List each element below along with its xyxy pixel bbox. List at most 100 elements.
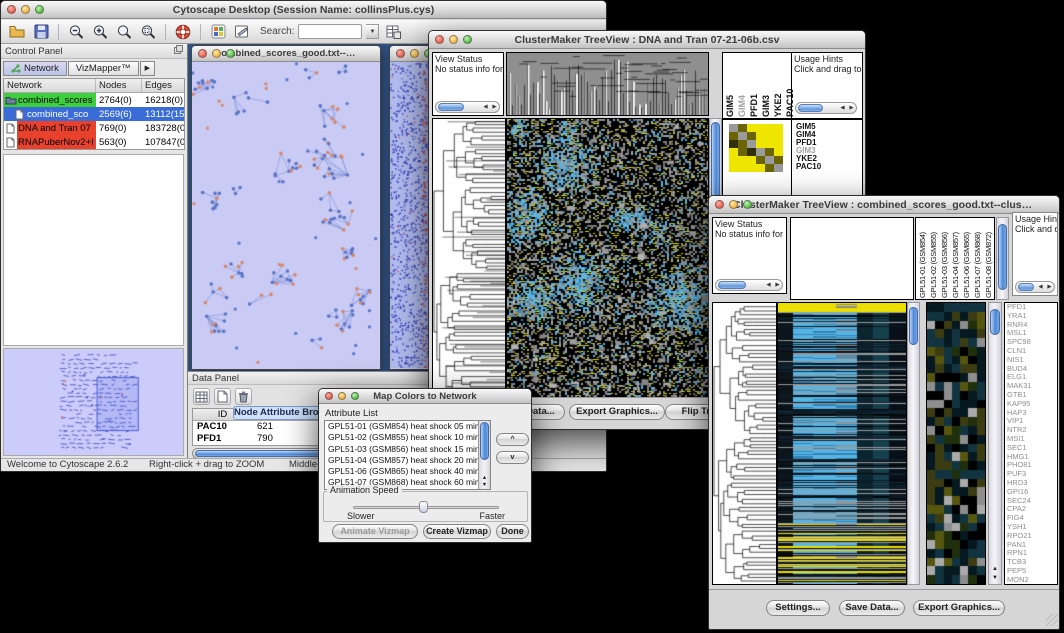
dialog-title-bar[interactable]: Map Colors to Network — [319, 389, 531, 404]
zoom-button[interactable] — [226, 49, 235, 58]
move-up-button[interactable]: ^ — [496, 433, 529, 446]
close-button[interactable] — [7, 5, 16, 14]
zoom-button[interactable] — [463, 35, 472, 44]
minimize-button[interactable] — [21, 5, 30, 14]
gene-label[interactable]: NIS1 — [1007, 356, 1057, 365]
close-button[interactable] — [198, 49, 207, 58]
done-button[interactable]: Done — [496, 524, 529, 539]
scrollbar-thumb[interactable] — [718, 281, 746, 289]
scrollbar-thumb[interactable] — [480, 422, 489, 460]
vizmapper-icon[interactable] — [208, 22, 228, 41]
global-heatmap[interactable] — [507, 119, 708, 398]
gene-label[interactable]: PAC10 — [796, 163, 860, 171]
delete-attribute-trash-icon[interactable] — [235, 388, 252, 405]
gene-label[interactable]: SPC98 — [1007, 338, 1057, 347]
minimize-button[interactable] — [338, 392, 346, 400]
network-list-row[interactable]: combined_sco 2569(6) 13112(15) — [4, 107, 184, 121]
minimize-button[interactable] — [212, 49, 221, 58]
scroll-left-button[interactable]: ◀ — [838, 103, 847, 113]
gene-label[interactable]: MON2 — [1007, 576, 1057, 585]
scrollbar-thumb[interactable] — [798, 104, 823, 112]
scroll-right-button[interactable]: ▶ — [1045, 282, 1054, 292]
gene-label[interactable]: VIP1 — [1007, 417, 1057, 426]
attribute-item[interactable]: GPL51-01 (GSM854) heat shock 05 min — [325, 421, 478, 432]
attribute-item[interactable]: GPL51-06 (GSM865) heat shock 40 min — [325, 466, 478, 477]
list-vscrollbar[interactable]: ▲▼ — [478, 421, 490, 489]
zoom-fit-icon[interactable] — [114, 22, 134, 41]
save-session-button[interactable] — [31, 22, 51, 41]
zoom-button[interactable] — [35, 5, 44, 14]
close-button[interactable] — [325, 392, 333, 400]
child-title-bar[interactable]: combined_scores_good.txt--cluste... — [192, 46, 380, 62]
scroll-arrows[interactable]: ▲▼ — [479, 475, 490, 489]
move-down-button[interactable]: v — [496, 451, 529, 464]
gene-label[interactable]: PFD1 — [796, 139, 860, 147]
select-attributes-icon[interactable] — [193, 388, 210, 405]
network-view-canvas[interactable] — [192, 62, 378, 368]
gene-label[interactable]: ELG1 — [1007, 373, 1057, 382]
global-heatmap[interactable] — [778, 303, 906, 584]
save-data-button[interactable]: Save Data... — [839, 600, 905, 616]
open-session-button[interactable] — [7, 22, 27, 41]
tab-overflow-button[interactable]: ▶ — [140, 61, 155, 76]
column-header[interactable]: Network — [4, 79, 96, 92]
row-dendrogram[interactable] — [433, 119, 505, 398]
attribute-item[interactable]: GPL51-02 (GSM855) heat shock 10 min — [325, 432, 478, 443]
export-graphics-button[interactable]: Export Graphics... — [913, 600, 1005, 616]
gene-label[interactable]: TCB3 — [1007, 558, 1057, 567]
import-table-icon[interactable] — [383, 22, 403, 41]
float-panel-icon[interactable] — [174, 45, 183, 57]
birdseye-view[interactable] — [3, 348, 184, 456]
zoom-button[interactable] — [351, 392, 359, 400]
tab-vizmapper[interactable]: VizMapper™ — [68, 61, 139, 76]
gene-label[interactable]: PEP5 — [1007, 567, 1057, 576]
network-list-row[interactable]: RNAPuberNov2+I 563(0) 107847(0) — [4, 135, 184, 149]
minimize-button[interactable] — [449, 35, 458, 44]
title-bar[interactable]: ClusterMaker TreeView : DNA and Tran 07-… — [429, 31, 865, 49]
gene-label[interactable]: PHO81 — [1007, 461, 1057, 470]
create-vizmap-button[interactable]: Create Vizmap — [423, 524, 491, 539]
scrollbar-thumb[interactable] — [1018, 283, 1034, 291]
gene-label[interactable]: PAN1 — [1007, 541, 1057, 550]
zoom-heatmap[interactable] — [729, 124, 783, 172]
zoom-button[interactable] — [743, 200, 752, 209]
heatmap-vscrollbar[interactable] — [907, 302, 920, 585]
gene-label[interactable]: NTR2 — [1007, 426, 1057, 435]
column-dendrogram[interactable] — [507, 53, 708, 115]
gene-label[interactable]: PUF3 — [1007, 470, 1057, 479]
search-dropdown-button[interactable]: ▼ — [366, 24, 379, 39]
gene-label[interactable]: PFD1 — [1007, 303, 1057, 312]
gene-label[interactable]: HMG1 — [1007, 453, 1057, 462]
close-button[interactable] — [715, 200, 724, 209]
zoom-selected-icon[interactable] — [138, 22, 158, 41]
close-button[interactable] — [396, 49, 405, 58]
gene-label[interactable]: CLN1 — [1007, 347, 1057, 356]
annotation-icon[interactable] — [232, 22, 252, 41]
scroll-right-button[interactable]: ▶ — [847, 103, 856, 113]
gene-label[interactable]: MAK31 — [1007, 382, 1057, 391]
gene-label[interactable]: GPI16 — [1007, 488, 1057, 497]
gene-label[interactable]: GIM3 — [796, 147, 860, 155]
scrollbar-thumb[interactable] — [998, 224, 1007, 290]
gene-label[interactable]: HAP3 — [1007, 409, 1057, 418]
gene-label[interactable]: RPO21 — [1007, 532, 1057, 541]
row-dendrogram[interactable] — [713, 303, 776, 584]
gene-label[interactable]: MSL1 — [1007, 329, 1057, 338]
new-attribute-icon[interactable] — [214, 388, 231, 405]
gene-label[interactable]: YKE2 — [796, 155, 860, 163]
attribute-item[interactable]: GPL51-04 (GSM857) heat shock 20 min — [325, 455, 478, 466]
column-header[interactable]: Edges — [142, 79, 184, 92]
network-list-row[interactable]: DNA and Tran 07 769(0) 183728(0) — [4, 121, 184, 135]
horizontal-scrollbar[interactable]: ◀▶ — [715, 279, 783, 291]
gene-label[interactable]: MSI1 — [1007, 435, 1057, 444]
scroll-left-button[interactable]: ◀ — [764, 280, 773, 290]
gene-label[interactable]: GTB1 — [1007, 391, 1057, 400]
horizontal-scrollbar[interactable]: ◀▶ — [1015, 281, 1055, 293]
gene-label[interactable]: BUD4 — [1007, 365, 1057, 374]
gene-label[interactable]: CPA2 — [1007, 505, 1057, 514]
gene-label[interactable]: SEC24 — [1007, 497, 1057, 506]
labels-vscrollbar[interactable] — [996, 217, 1009, 300]
scroll-right-button[interactable]: ▶ — [773, 280, 782, 290]
gene-label[interactable]: HRD3 — [1007, 479, 1057, 488]
gene-label[interactable]: YRA1 — [1007, 312, 1057, 321]
